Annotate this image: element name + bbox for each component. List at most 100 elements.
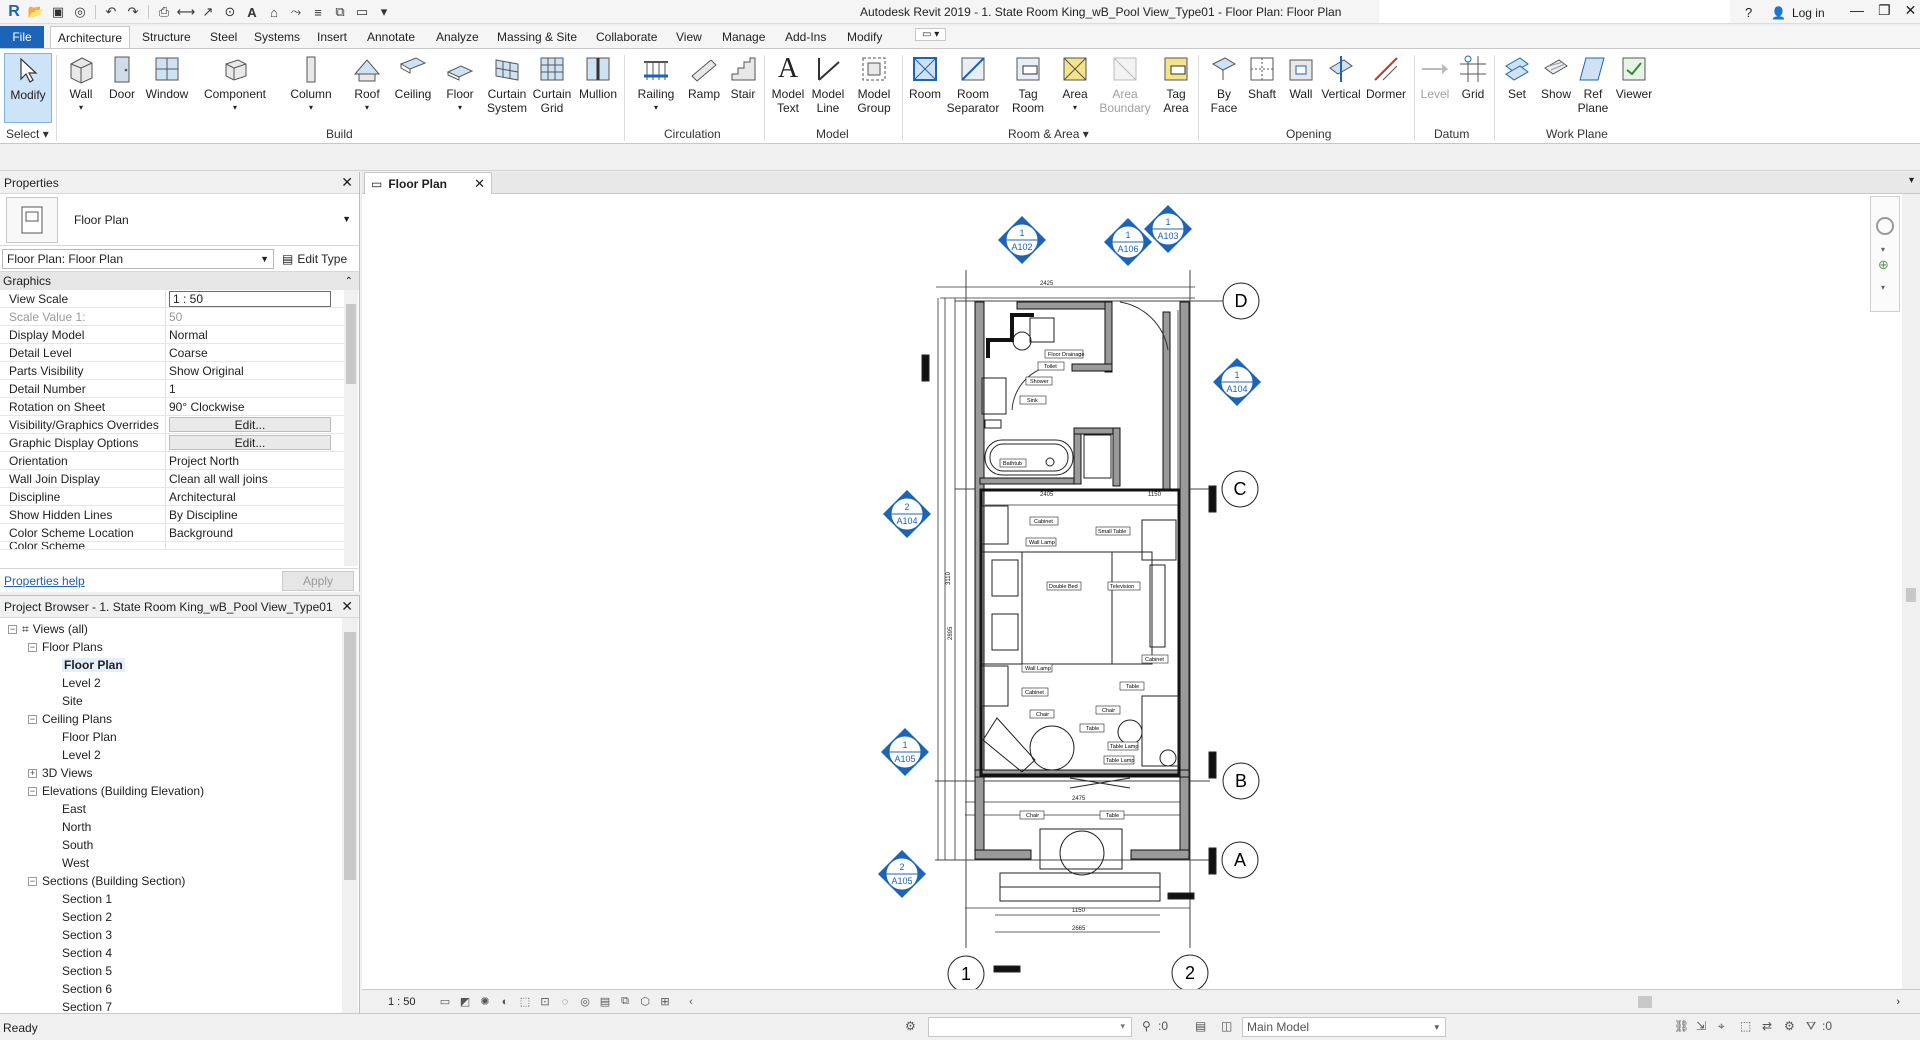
login-button[interactable]: 👤 Log in	[1771, 6, 1825, 20]
minimize-icon[interactable]: —	[1850, 2, 1864, 19]
browser-node[interactable]: North	[0, 818, 359, 836]
vertical-scrollbar[interactable]	[1902, 194, 1920, 989]
ceiling-button[interactable]: Ceiling	[391, 53, 435, 101]
properties-help-link[interactable]: Properties help	[4, 574, 85, 588]
scroll-right-icon[interactable]: ›	[1896, 996, 1900, 1008]
prop-row-wall-join[interactable]: Wall Join Display Clean all wall joins	[0, 470, 344, 488]
prop-row-vg-overrides[interactable]: Visibility/Graphics Overrides Edit...	[0, 416, 344, 434]
zoom-icon[interactable]: ⊕	[1878, 257, 1889, 273]
browser-node[interactable]: East	[0, 800, 359, 818]
properties-scrollbar[interactable]	[344, 290, 358, 566]
scroll-left-icon[interactable]: ‹	[684, 995, 698, 1009]
instance-filter-select[interactable]: Floor Plan: Floor Plan ▼	[2, 248, 274, 269]
design-option-select[interactable]: Main Model ▾	[1242, 1017, 1446, 1037]
thin-lines-icon[interactable]: ≡	[308, 2, 328, 22]
close-icon[interactable]: ✕	[341, 598, 353, 615]
set-button[interactable]: Set	[1500, 53, 1534, 101]
collapse-icon[interactable]: −	[28, 642, 37, 652]
close-icon[interactable]: ✕	[1905, 2, 1917, 19]
show-crop-icon[interactable]: ⊡	[538, 995, 552, 1009]
reveal-hidden-icon[interactable]: ◎	[578, 995, 592, 1009]
grid-button[interactable]: Grid	[1456, 53, 1490, 101]
drawing-canvas[interactable]: 2405 1150 2425 1150 2665 2475 3110 2895 …	[362, 194, 1902, 993]
viewer-button[interactable]: Viewer	[1614, 53, 1654, 101]
collapse-icon[interactable]: −	[8, 624, 17, 634]
ramp-button[interactable]: Ramp	[686, 53, 722, 101]
modify-button[interactable]: Modify	[4, 53, 52, 123]
chevron-down-icon[interactable]: ▾	[1881, 283, 1885, 292]
scroll-thumb[interactable]	[344, 632, 356, 880]
browser-node[interactable]: − Ceiling Plans	[0, 710, 359, 728]
prop-row-color-scheme-location[interactable]: Color Scheme Location Background	[0, 524, 344, 542]
browser-node[interactable]: Section 1	[0, 890, 359, 908]
browser-node[interactable]: West	[0, 854, 359, 872]
model-group-button[interactable]: Model Group	[852, 53, 896, 115]
prop-row-parts-visibility[interactable]: Parts Visibility Show Original	[0, 362, 344, 380]
prop-row-rotation[interactable]: Rotation on Sheet 90° Clockwise	[0, 398, 344, 416]
redo-icon[interactable]: ↷	[123, 2, 143, 22]
view-list-icon[interactable]: ▾	[1909, 175, 1914, 186]
tab-add-ins[interactable]: Add-Ins	[785, 30, 826, 44]
prop-row-graphic-display[interactable]: Graphic Display Options Edit...	[0, 434, 344, 452]
browser-node[interactable]: Floor Plan	[0, 728, 359, 746]
select-panel-label[interactable]: Select ▾	[6, 127, 49, 141]
collapse-icon[interactable]: −	[28, 714, 37, 724]
collapse-icon[interactable]: −	[28, 786, 37, 796]
room-button[interactable]: Room	[906, 53, 944, 101]
room-area-panel-label[interactable]: Room & Area ▾	[1008, 127, 1089, 141]
restore-icon[interactable]: ❐	[1878, 2, 1891, 19]
undo-icon[interactable]: ↶	[101, 2, 121, 22]
prop-row-orientation[interactable]: Orientation Project North	[0, 452, 344, 470]
stair-button[interactable]: Stair	[726, 53, 760, 101]
grid-bubble-2[interactable]: 2	[1171, 954, 1209, 992]
show-button[interactable]: Show	[1538, 53, 1574, 101]
select-pinned-icon[interactable]: ⌖	[1718, 1019, 1725, 1034]
shadows-icon[interactable]: ◐	[498, 995, 512, 1009]
apply-button[interactable]: Apply	[282, 570, 354, 591]
sun-path-icon[interactable]: ✺	[478, 995, 492, 1009]
prop-row-view-scale[interactable]: View Scale 1 : 50	[0, 290, 344, 308]
tag-icon[interactable]: ⊙	[220, 2, 240, 22]
elevation-mark[interactable]: 2 A104	[883, 490, 931, 538]
scroll-thumb[interactable]	[346, 304, 356, 384]
elevation-mark[interactable]: 2 A105	[878, 850, 926, 898]
tag-room-button[interactable]: Tag Room	[1008, 53, 1048, 115]
area-boundary-button[interactable]: Area Boundary	[1099, 53, 1151, 115]
curtain-system-button[interactable]: Curtain System	[486, 53, 528, 115]
close-icon[interactable]: ✕	[474, 176, 485, 192]
revit-logo-icon[interactable]: R	[4, 2, 24, 22]
browser-node[interactable]: Section 5	[0, 962, 359, 980]
constraints-icon[interactable]: ⊞	[658, 995, 672, 1009]
steering-wheel-icon[interactable]	[1876, 217, 1894, 235]
browser-node[interactable]: South	[0, 836, 359, 854]
edit-type-button[interactable]: ▤ Edit Type	[282, 252, 347, 266]
prop-row-display-model[interactable]: Display Model Normal	[0, 326, 344, 344]
select-links-icon[interactable]: ⛓	[1674, 1019, 1689, 1033]
tab-structure[interactable]: Structure	[142, 30, 191, 44]
crop-view-icon[interactable]: ⬚	[518, 995, 532, 1009]
by-face-button[interactable]: By Face	[1206, 53, 1242, 115]
grid-bubble-a[interactable]: A	[1221, 841, 1259, 879]
floor-button[interactable]: Floor ▾	[442, 53, 478, 115]
tab-steel[interactable]: Steel	[210, 30, 237, 44]
window-button[interactable]: Window	[142, 53, 192, 101]
print-icon[interactable]: ⎙	[154, 2, 174, 22]
tab-insert[interactable]: Insert	[317, 30, 347, 44]
filter-icon[interactable]: ⛛	[1806, 1019, 1816, 1034]
analytical-model-icon[interactable]: ⬡	[638, 995, 652, 1009]
browser-node[interactable]: Section 3	[0, 926, 359, 944]
graphics-group-header[interactable]: Graphics ⌃	[0, 272, 359, 290]
browser-node[interactable]: − Floor Plans	[0, 638, 359, 656]
browser-node[interactable]: − ⌗ Views (all)	[0, 620, 359, 638]
sync-icon[interactable]: ◎	[70, 2, 90, 22]
wall-button[interactable]: Wall ▾	[62, 53, 100, 115]
elevation-mark[interactable]: 1 A103	[1144, 205, 1192, 253]
component-button[interactable]: Component ▾	[200, 53, 270, 115]
view-tab-floor-plan[interactable]: ▭ Floor Plan ✕	[364, 172, 492, 194]
worksharing-icon[interactable]: ⧉	[618, 995, 632, 1009]
ref-plane-button[interactable]: Ref Plane	[1576, 53, 1610, 115]
browser-node[interactable]: − Sections (Building Section)	[0, 872, 359, 890]
tab-view[interactable]: View	[676, 30, 702, 44]
browser-node[interactable]: +3D Views	[0, 764, 359, 782]
dormer-button[interactable]: Dormer	[1364, 53, 1408, 101]
